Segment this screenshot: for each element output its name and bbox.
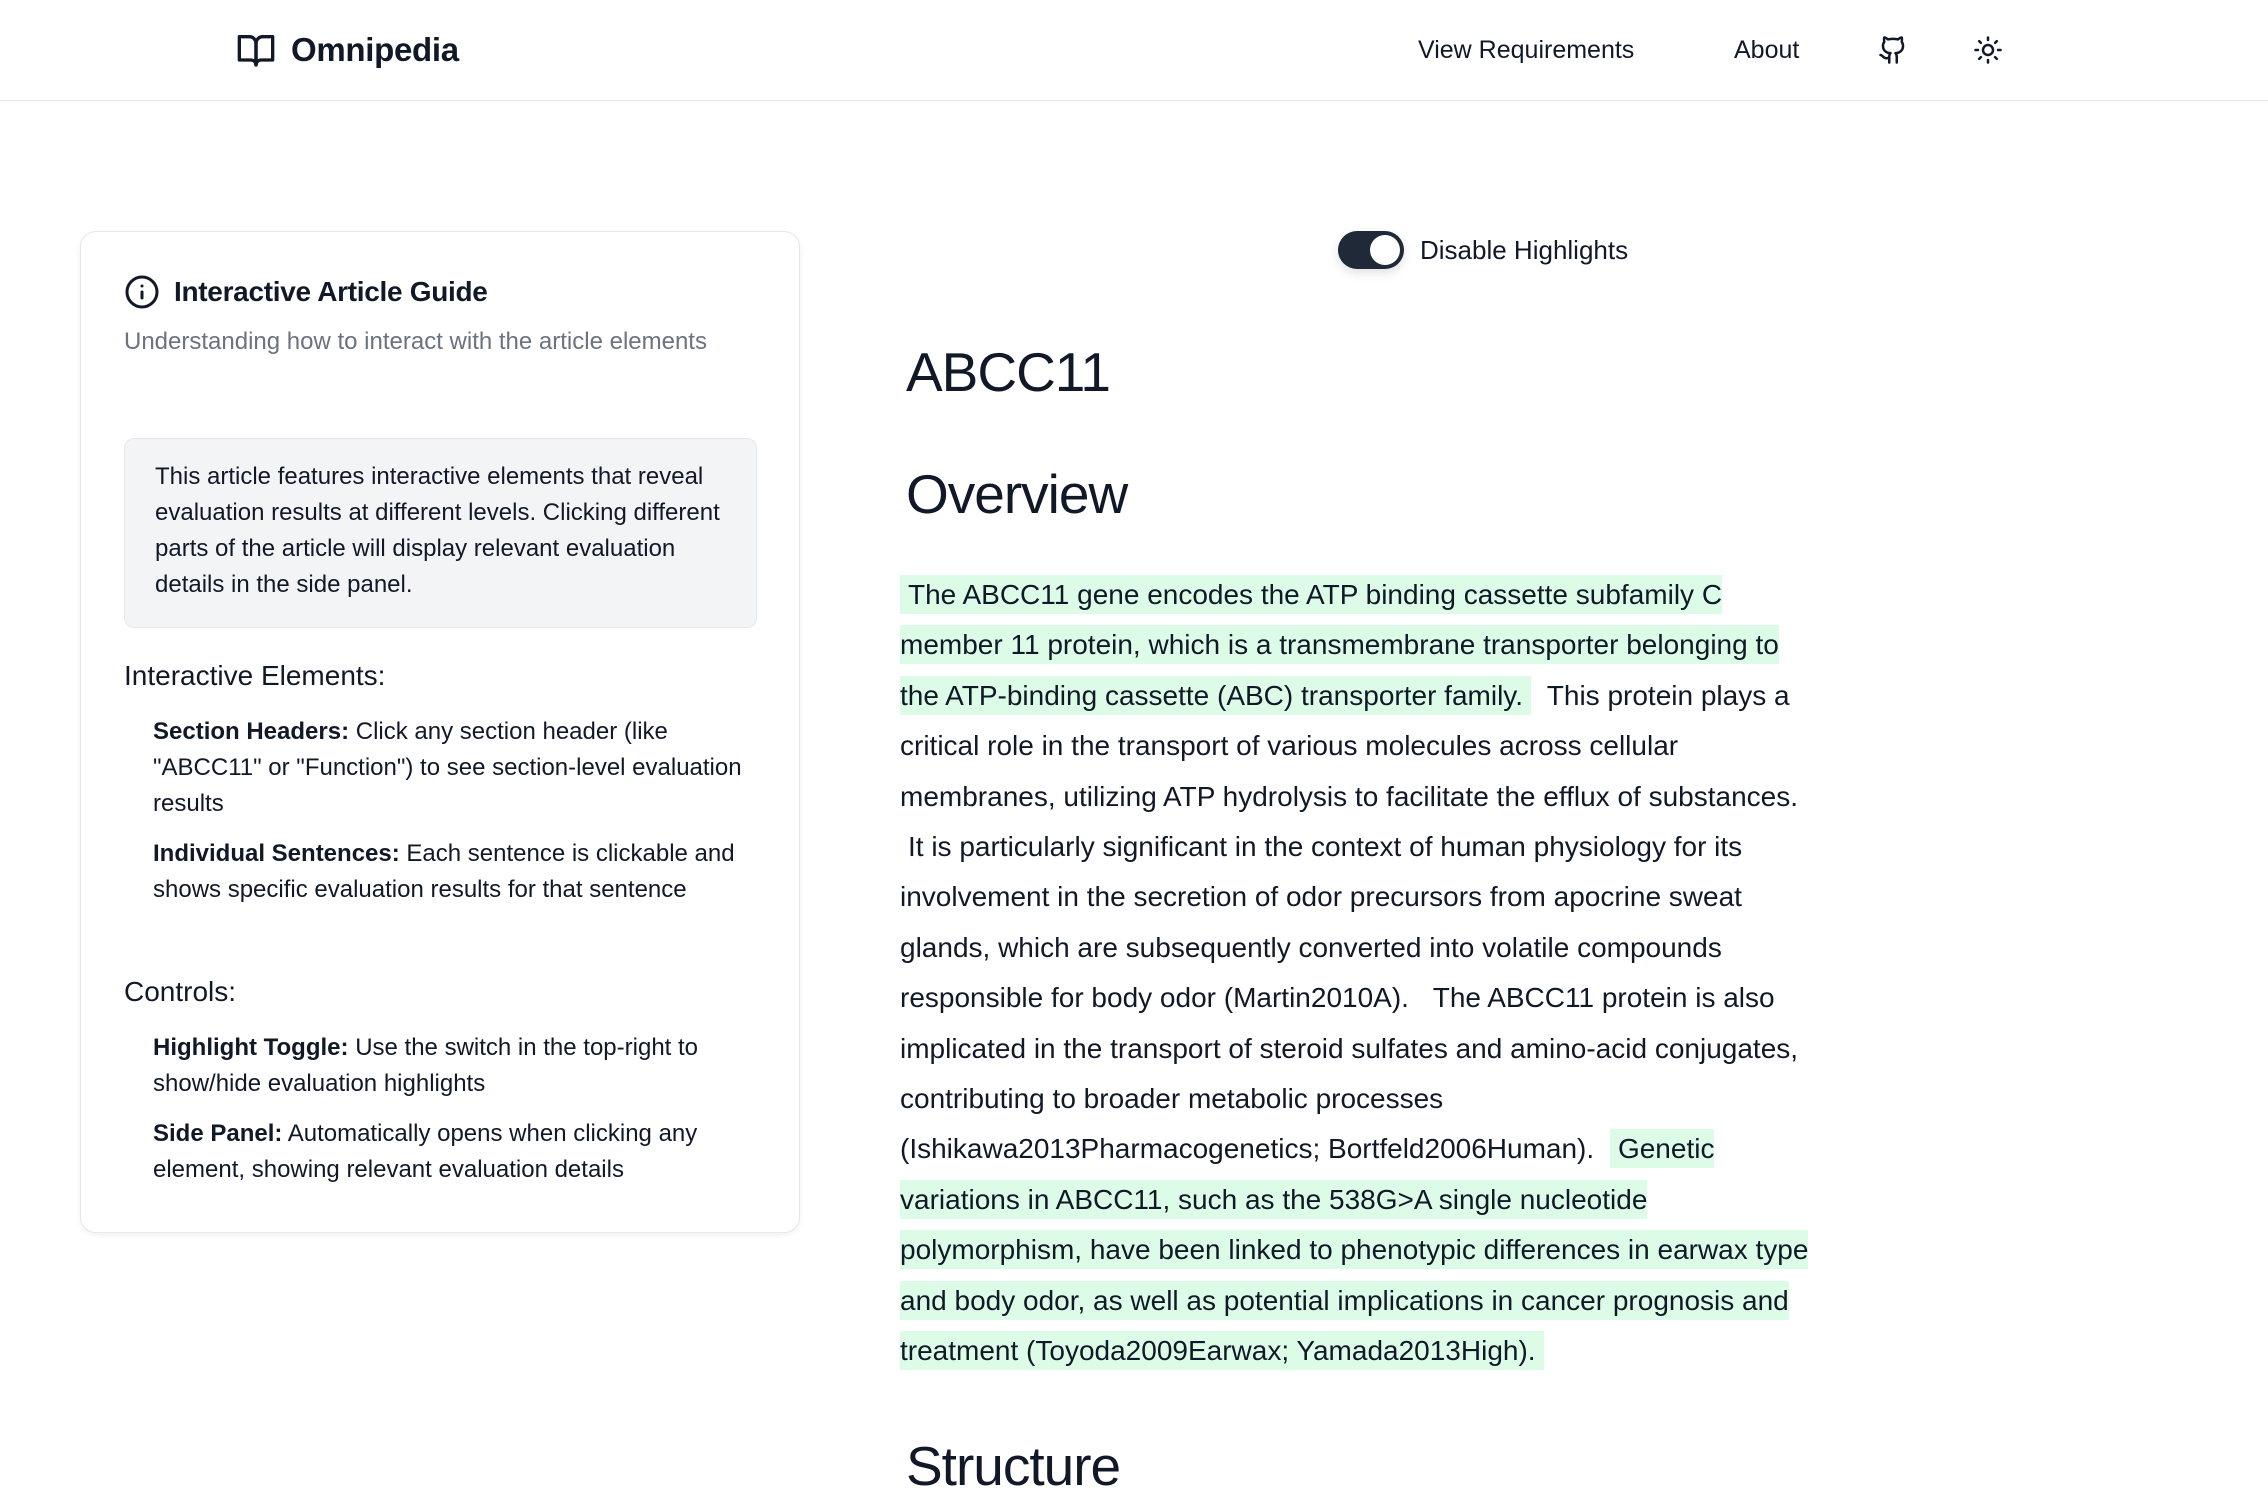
- overview-paragraph: The ABCC11 gene encodes the ATP binding …: [900, 570, 1820, 1377]
- open-book-icon: [237, 35, 275, 67]
- guide-item-highlight-toggle: Highlight Toggle: Use the switch in the …: [153, 1030, 763, 1102]
- section-header-overview[interactable]: Overview: [906, 462, 1128, 526]
- article-title[interactable]: ABCC11: [906, 340, 1111, 404]
- guide-item-term: Individual Sentences:: [153, 840, 400, 867]
- guide-item-section-headers: Section Headers: Click any section heade…: [153, 714, 763, 822]
- highlight-toggle-label[interactable]: Disable Highlights: [1420, 235, 1628, 266]
- guide-item-term: Section Headers:: [153, 718, 350, 745]
- guide-item-individual-sentences: Individual Sentences: Each sentence is c…: [153, 836, 763, 908]
- highlight-toggle-switch[interactable]: [1338, 231, 1404, 269]
- brand-name: Omnipedia: [291, 31, 459, 68]
- view-requirements-link[interactable]: View Requirements: [1418, 36, 1634, 65]
- guide-item-term: Side Panel:: [153, 1120, 283, 1147]
- controls-heading: Controls:: [124, 976, 237, 1007]
- section-header-structure[interactable]: Structure: [906, 1434, 1121, 1498]
- about-link[interactable]: About: [1734, 36, 1799, 65]
- brand-link[interactable]: Omnipedia: [235, 28, 459, 72]
- guide-title: Interactive Article Guide: [174, 276, 488, 307]
- guide-subtitle: Understanding how to interact with the a…: [124, 328, 707, 355]
- info-icon: [125, 275, 159, 309]
- interactive-article-guide-card: Interactive Article Guide Understanding …: [80, 231, 800, 1233]
- toggle-knob: [1370, 235, 1400, 265]
- guide-note: This article features interactive elemen…: [124, 438, 757, 628]
- github-icon[interactable]: [1878, 35, 1908, 65]
- guide-item-side-panel: Side Panel: Automatically opens when cli…: [153, 1116, 763, 1188]
- interactive-elements-heading: Interactive Elements:: [124, 660, 386, 691]
- guide-item-term: Highlight Toggle:: [153, 1034, 349, 1061]
- highlight-toggle-row: Disable Highlights: [1338, 230, 1628, 270]
- guide-header: Interactive Article Guide: [124, 274, 488, 310]
- sun-icon[interactable]: [1973, 35, 2003, 65]
- top-navbar: Omnipedia View Requirements About: [0, 0, 2268, 101]
